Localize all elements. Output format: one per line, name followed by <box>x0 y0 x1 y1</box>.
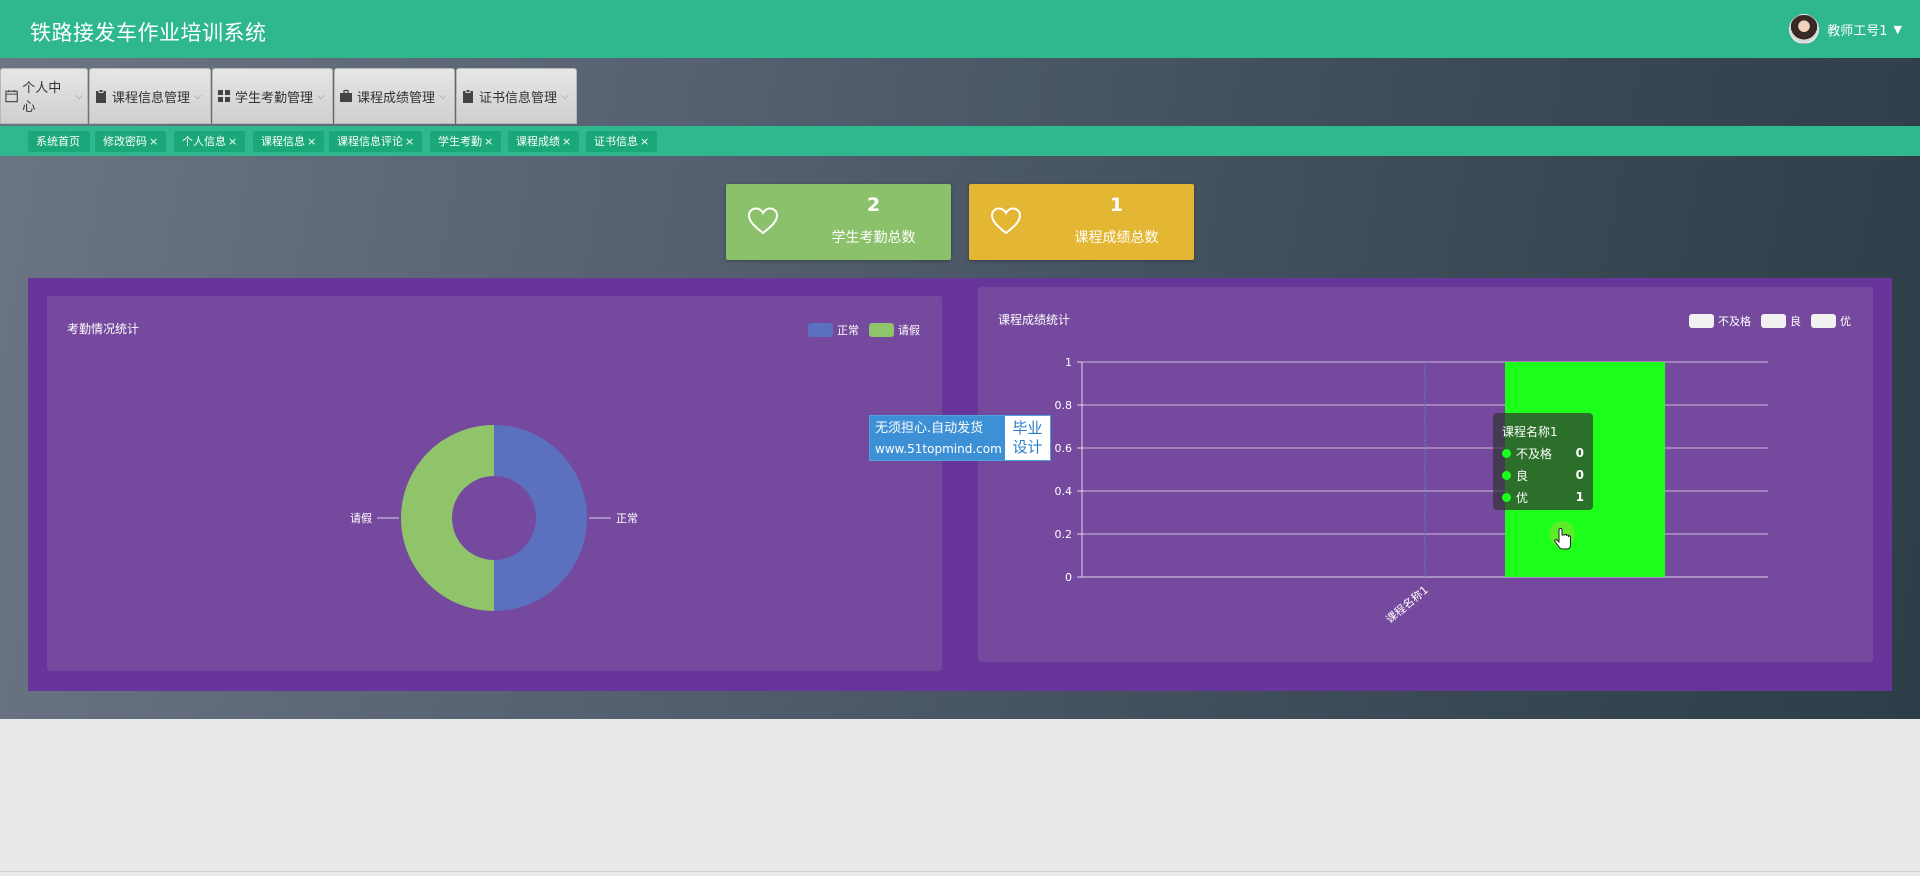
clipboard-icon <box>96 89 106 103</box>
y-tick-label: 1 <box>1065 356 1072 369</box>
slice-label: 请假 <box>350 511 372 525</box>
calendar-icon <box>5 89 18 103</box>
y-tick-label: 0.8 <box>1055 399 1073 412</box>
menu-certificate-info[interactable]: 证书信息管理 ⌵ <box>456 68 577 124</box>
tag-course-comments[interactable]: 课程信息评论 × <box>329 131 423 152</box>
top-header: 铁路接发车作业培训系统 教师工号1 ▼ <box>0 0 1920 58</box>
tag-course-grades[interactable]: 课程成绩 × <box>508 131 580 152</box>
menu-student-attendance[interactable]: 学生考勤管理 ⌵ <box>212 68 333 124</box>
menu-label[interactable]: 个人中心 <box>22 77 71 115</box>
donut-chart: 正常 请假 <box>350 425 638 611</box>
series-dot <box>1502 492 1511 502</box>
close-icon[interactable]: × <box>228 135 237 148</box>
y-tick-label: 0 <box>1065 571 1072 584</box>
series-dot <box>1502 470 1511 480</box>
tooltip-title: 课程名称1 <box>1502 424 1558 439</box>
menu-personal-center[interactable]: 个人中心 ⌵ <box>0 68 88 124</box>
close-icon[interactable]: × <box>405 135 414 148</box>
stat-card-grades-total: 1 课程成绩总数 <box>969 184 1194 260</box>
stat-label: 学生考勤总数 <box>831 230 916 246</box>
chart-tooltip: 课程名称1 不及格 0 良0 优1 <box>1493 413 1593 510</box>
slice-label: 正常 <box>616 512 638 525</box>
donut-slice[interactable] <box>401 425 494 611</box>
avatar[interactable] <box>1789 14 1820 44</box>
close-icon[interactable]: × <box>149 135 158 148</box>
chevron-down-icon: ⌵ <box>194 90 202 102</box>
tag-course-info[interactable]: 课程信息 × <box>253 131 325 152</box>
stat-card-attendance-total: 2 学生考勤总数 <box>726 184 951 260</box>
hand-cursor-icon <box>1549 521 1575 550</box>
tab-tags-bar: 系统首页 修改密码 × 个人信息 × 课程信息 × 课程信息评论 × 学生考勤 × 课程成… <box>0 126 1920 156</box>
close-icon[interactable]: × <box>484 135 493 148</box>
clipboard-icon <box>463 89 473 103</box>
tag-home[interactable]: 系统首页 <box>28 131 90 152</box>
menu-label[interactable]: 课程信息管理 <box>112 87 190 106</box>
close-icon[interactable]: × <box>640 135 649 148</box>
menu-label[interactable]: 学生考勤管理 <box>235 87 313 106</box>
user-name[interactable]: 教师工号1 <box>1827 20 1887 39</box>
tooltip-row: 不及格 0 <box>1502 442 1584 464</box>
stat-label: 课程成绩总数 <box>1074 230 1159 246</box>
tag-personal-info[interactable]: 个人信息 × <box>174 131 246 152</box>
watermark-banner: 无须担心.自动发货 www.51topmind.com 毕业 设计 <box>869 415 1051 461</box>
tooltip-row: 优1 <box>1502 486 1584 508</box>
watermark-text: 无须担心.自动发货 www.51topmind.com <box>870 416 1005 460</box>
watermark-badge: 毕业 设计 <box>1012 419 1043 456</box>
grades-chart-panel: 课程成绩统计 不及格 良 优 0 0.2 0.4 0.6 0.8 1 课程名称1 <box>978 287 1873 662</box>
menu-label[interactable]: 课程成绩管理 <box>357 87 435 106</box>
menu-label[interactable]: 证书信息管理 <box>479 87 557 106</box>
donut-slice[interactable] <box>494 425 587 611</box>
x-tick-label: 课程名称1 <box>1383 583 1431 627</box>
heart-icon <box>748 207 778 235</box>
caret-down-icon[interactable]: ▼ <box>1894 23 1902 36</box>
app-title: 铁路接发车作业培训系统 <box>30 21 267 45</box>
close-icon[interactable]: × <box>562 135 571 148</box>
tag-change-password[interactable]: 修改密码 × <box>95 131 167 152</box>
stat-value: 2 <box>866 194 881 216</box>
menu-course-info[interactable]: 课程信息管理 ⌵ <box>89 68 211 124</box>
tooltip-row: 良0 <box>1502 464 1584 486</box>
menu-course-grades[interactable]: 课程成绩管理 ⌵ <box>334 68 455 124</box>
chevron-down-icon: ⌵ <box>561 90 569 102</box>
main-menu: 个人中心 ⌵ 课程信息管理 ⌵ 学生考勤管理 ⌵ 课程成绩管理 ⌵ 证书信息管理… <box>0 68 578 124</box>
series-dot <box>1502 448 1511 458</box>
stat-value: 1 <box>1109 194 1124 216</box>
tag-student-attendance[interactable]: 学生考勤 × <box>430 131 502 152</box>
heart-icon <box>991 207 1021 235</box>
bar-chart: 0 0.2 0.4 0.6 0.8 1 课程名称1 <box>1055 356 1768 627</box>
divider <box>0 871 1920 872</box>
y-tick-label: 0.4 <box>1055 485 1073 498</box>
page-footer <box>0 719 1920 876</box>
chevron-down-icon: ⌵ <box>317 90 325 102</box>
chevron-down-icon: ⌵ <box>439 90 447 102</box>
grid-icon <box>218 90 230 102</box>
close-icon[interactable]: × <box>307 135 316 148</box>
y-tick-label: 0.2 <box>1055 528 1073 541</box>
user-menu[interactable]: 教师工号1 ▼ <box>1789 14 1902 44</box>
tag-certificate-info[interactable]: 证书信息 × <box>586 131 658 152</box>
y-tick-label: 0.6 <box>1055 442 1073 455</box>
attendance-chart-panel: 考勤情况统计 正常 请假 正常 请假 <box>47 296 942 671</box>
briefcase-icon <box>340 89 352 102</box>
chevron-down-icon: ⌵ <box>75 90 83 102</box>
